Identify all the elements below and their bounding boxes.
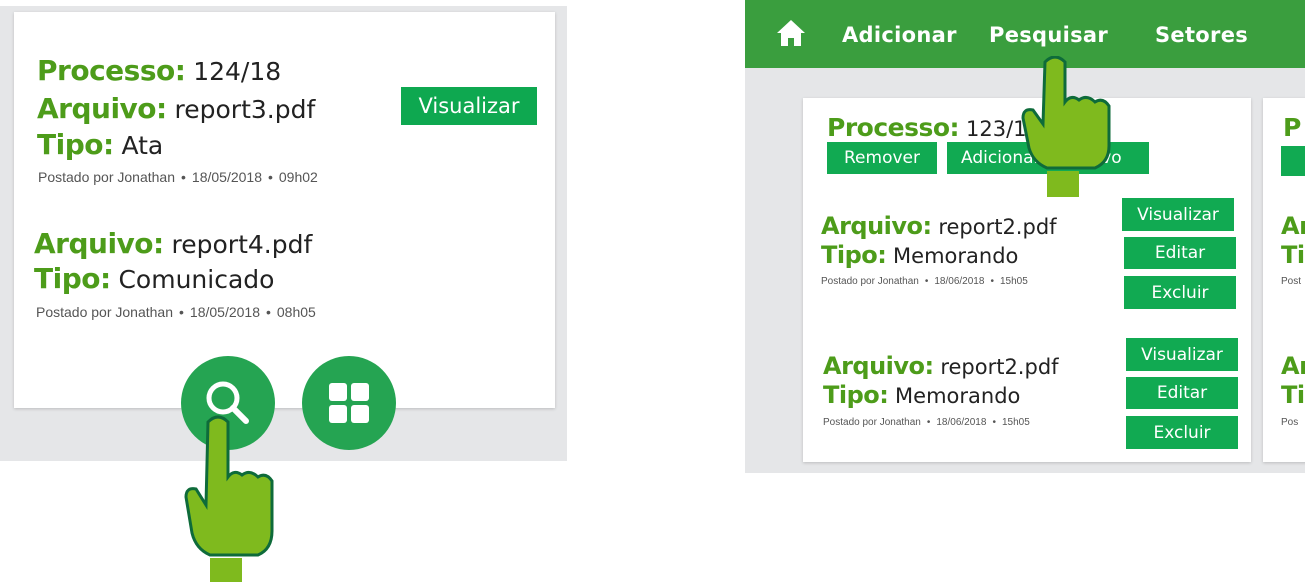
process-line: Processo: 123/18 — [827, 113, 1040, 143]
view-button[interactable]: Visualizar — [401, 87, 537, 125]
file-line: Arquivo: report4.pdf — [34, 227, 312, 260]
delete-button[interactable]: Excluir — [1126, 416, 1238, 449]
post-author: Postado por Jonathan — [36, 304, 173, 320]
file-line: Arquivo: report2.pdf — [823, 352, 1059, 381]
type-line: Tipo: Comunicado — [34, 262, 274, 295]
post-time: 15h05 — [1001, 417, 1030, 428]
type-line: Tipo: Memorando — [823, 381, 1020, 410]
post-date: 18/05/2018 — [191, 169, 262, 185]
post-meta: Postado por Jonathan • 18/05/2018 • 08h05 — [36, 304, 316, 320]
clipped-meta: Pos — [1281, 417, 1299, 428]
post-meta: Postado por Jonathan • 18/05/2018 • 09h02 — [38, 169, 318, 185]
post-date: 18/06/2018 — [934, 276, 985, 287]
file-name: report2.pdf — [940, 355, 1059, 379]
home-icon[interactable] — [775, 18, 807, 48]
grid-fab-button[interactable] — [302, 356, 396, 450]
view-button[interactable]: Visualizar — [1126, 338, 1238, 371]
clipped-process-label: P — [1283, 113, 1301, 142]
process-line: Processo: 124/18 — [37, 54, 281, 87]
type-value: Comunicado — [118, 265, 275, 294]
clipped-type-label: Ti — [1281, 381, 1305, 409]
file-label: Arquivo: — [823, 352, 934, 380]
post-author: Postado por Jonathan — [823, 417, 921, 428]
file-line: Arquivo: report2.pdf — [821, 212, 1057, 241]
type-line: Tipo: Memorando — [821, 241, 1018, 270]
post-meta: Postado por Jonathan • 18/06/2018 • 15h05 — [821, 276, 1028, 287]
type-value: Memorando — [893, 244, 1019, 268]
clipped-file-label: Ar — [1281, 352, 1305, 380]
file-name: report3.pdf — [174, 95, 316, 124]
process-label: Processo: — [827, 113, 960, 142]
post-time: 08h05 — [276, 304, 316, 320]
type-label: Tipo: — [823, 381, 889, 409]
file-name: report4.pdf — [171, 230, 313, 259]
clipped-file-label: Ar — [1281, 212, 1305, 240]
clipped-button[interactable] — [1281, 146, 1305, 176]
process-label: Processo: — [37, 54, 186, 87]
file-line: Arquivo: report3.pdf — [37, 92, 315, 125]
pointing-hand-icon — [1021, 56, 1111, 197]
view-button[interactable]: Visualizar — [1122, 198, 1234, 231]
type-line: Tipo: Ata — [37, 128, 163, 161]
post-author: Postado por Jonathan — [38, 169, 175, 185]
post-meta: Postado por Jonathan • 18/06/2018 • 15h05 — [823, 417, 1030, 428]
file-label: Arquivo: — [821, 212, 932, 240]
right-screen: Adicionar Pesquisar Setores Processo: 12… — [745, 0, 1305, 473]
file-label: Arquivo: — [37, 92, 167, 125]
grid-icon — [329, 383, 369, 423]
edit-button[interactable]: Editar — [1124, 237, 1236, 269]
type-label: Tipo: — [34, 262, 111, 295]
process-number: 124/18 — [193, 57, 282, 86]
type-value: Memorando — [895, 384, 1021, 408]
post-time: 15h05 — [999, 276, 1028, 287]
post-date: 18/05/2018 — [189, 304, 260, 320]
delete-button[interactable]: Excluir — [1124, 276, 1236, 309]
clipped-meta: Post — [1281, 276, 1302, 287]
post-author: Postado por Jonathan — [821, 276, 919, 287]
type-label: Tipo: — [37, 128, 114, 161]
remove-button[interactable]: Remover — [827, 142, 937, 174]
file-name: report2.pdf — [938, 215, 1057, 239]
nav-add[interactable]: Adicionar — [842, 23, 957, 47]
type-value: Ata — [121, 131, 164, 160]
pointing-hand-icon — [184, 415, 274, 582]
nav-search[interactable]: Pesquisar — [989, 23, 1108, 47]
post-time: 09h02 — [278, 169, 318, 185]
nav-sectors[interactable]: Setores — [1155, 23, 1248, 47]
clipped-type-label: Ti — [1281, 241, 1305, 269]
post-date: 18/06/2018 — [936, 417, 987, 428]
type-label: Tipo: — [821, 241, 887, 269]
edit-button[interactable]: Editar — [1126, 377, 1238, 409]
file-label: Arquivo: — [34, 227, 164, 260]
